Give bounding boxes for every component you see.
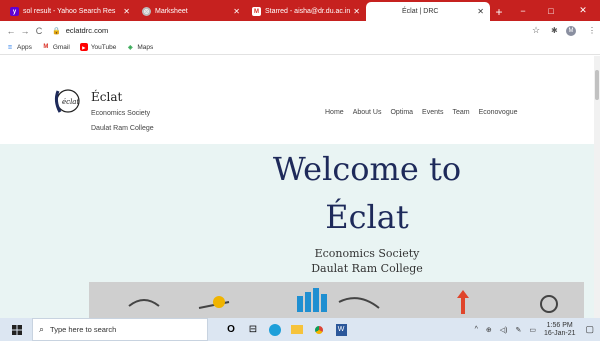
bookmark-gmail[interactable]: M Gmail bbox=[42, 43, 70, 51]
tab-label: Starred - aisha@dr.du.ac.in bbox=[265, 8, 351, 15]
menu-icon[interactable]: ⋮ bbox=[588, 26, 596, 35]
back-icon[interactable]: ← bbox=[4, 26, 18, 36]
bookmark-apps[interactable]: ⁝⁝ Apps bbox=[6, 43, 32, 51]
bookmarks-bar: ⁝⁝ Apps M Gmail ▶ YouTube ◈ Maps bbox=[0, 40, 600, 55]
tab-marksheet[interactable]: ◎ Marksheet ✕ bbox=[136, 2, 246, 21]
volume-icon[interactable]: ◁) bbox=[500, 326, 508, 334]
scrollbar-thumb[interactable] bbox=[595, 70, 599, 100]
search-icon: ⌕ bbox=[39, 324, 45, 334]
network-icon[interactable]: ⊕ bbox=[486, 326, 492, 334]
clock-date: 16-Jan-21 bbox=[543, 329, 576, 337]
close-icon[interactable]: ✕ bbox=[233, 7, 240, 16]
marksheet-icon: ◎ bbox=[142, 7, 151, 16]
yahoo-icon: y bbox=[10, 7, 19, 16]
taskbar-search-input[interactable]: ⌕ Type here to search bbox=[32, 318, 208, 341]
url-text: eclatdrc.com bbox=[65, 26, 109, 35]
bookmark-label: Apps bbox=[17, 43, 32, 51]
tab-label: Marksheet bbox=[155, 8, 188, 15]
file-explorer-icon[interactable] bbox=[286, 318, 308, 341]
star-icon[interactable]: ☆ bbox=[532, 25, 540, 36]
url-field[interactable]: 🔒 eclatdrc.com bbox=[52, 26, 108, 35]
hero-subtitle-society: Economics Society bbox=[314, 247, 420, 260]
system-tray: ^ ⊕ ◁) ✎ ▭ 1:56 PM 16-Jan-21 ▢ bbox=[475, 318, 600, 341]
nav-optima[interactable]: Optima bbox=[390, 109, 413, 116]
clock[interactable]: 1:56 PM 16-Jan-21 bbox=[544, 322, 576, 338]
taskbar: ⌕ Type here to search O ⊟ W ^ ⊕ ◁) ✎ ▭ 1… bbox=[0, 318, 600, 341]
address-bar: ← → C 🔒 eclatdrc.com ☆ ✱ M ⋮ bbox=[0, 21, 600, 40]
bookmark-label: Gmail bbox=[52, 43, 70, 51]
tab-label: sol result - Yahoo Search Res bbox=[23, 8, 116, 15]
bookmark-youtube[interactable]: ▶ YouTube bbox=[79, 43, 117, 51]
hero-banner-image bbox=[89, 282, 584, 318]
chevron-up-icon[interactable]: ^ bbox=[475, 326, 478, 333]
keyboard-icon[interactable]: ▭ bbox=[529, 326, 536, 334]
site-society: Economics Society bbox=[91, 110, 151, 117]
close-window-button[interactable]: ✕ bbox=[570, 0, 596, 21]
bookmark-label: YouTube bbox=[90, 43, 117, 51]
apps-icon: ⁝⁝ bbox=[8, 44, 12, 51]
clock-time: 1:56 PM bbox=[546, 321, 573, 329]
site-college: Daulat Ram College bbox=[91, 125, 154, 132]
site-nav: Home About Us Optima Events Team Econovo… bbox=[325, 109, 527, 116]
search-placeholder: Type here to search bbox=[50, 325, 117, 334]
minimize-button[interactable]: − bbox=[510, 0, 536, 21]
site-brand[interactable]: Éclat bbox=[91, 90, 122, 104]
nav-about-us[interactable]: About Us bbox=[353, 109, 382, 116]
close-icon[interactable]: ✕ bbox=[123, 7, 130, 16]
tab-gmail[interactable]: M Starred - aisha@dr.du.ac.in ✕ bbox=[246, 2, 366, 21]
task-view-icon[interactable]: ⊟ bbox=[242, 318, 264, 341]
svg-text:éclat: éclat bbox=[62, 98, 79, 106]
extensions-icon[interactable]: ✱ bbox=[551, 26, 558, 35]
windows-start-icon[interactable] bbox=[6, 318, 28, 341]
bar-shape bbox=[297, 296, 303, 312]
reload-icon[interactable]: C bbox=[32, 26, 46, 36]
close-icon[interactable]: ✕ bbox=[477, 7, 484, 16]
tab-yahoo[interactable]: y sol result - Yahoo Search Res ✕ bbox=[4, 2, 136, 21]
eclat-logo: éclat bbox=[54, 89, 80, 113]
chrome-icon[interactable] bbox=[308, 318, 330, 341]
bookmark-label: Maps bbox=[137, 43, 154, 51]
hero-subtitle-college: Daulat Ram College bbox=[311, 262, 423, 275]
nav-econovogue[interactable]: Econovogue bbox=[479, 109, 518, 116]
maximize-button[interactable]: □ bbox=[538, 0, 564, 21]
notifications-icon[interactable]: ▢ bbox=[585, 324, 594, 335]
tab-strip: y sol result - Yahoo Search Res ✕ ◎ Mark… bbox=[0, 0, 600, 21]
avatar[interactable]: M bbox=[566, 25, 576, 36]
hero-title-line1: Welcome to bbox=[272, 150, 462, 188]
new-tab-button[interactable]: + bbox=[490, 2, 508, 21]
close-icon[interactable]: ✕ bbox=[353, 7, 360, 16]
edge-icon[interactable] bbox=[264, 318, 286, 341]
scrollbar[interactable] bbox=[594, 56, 600, 318]
nav-team[interactable]: Team bbox=[452, 109, 469, 116]
youtube-icon: ▶ bbox=[79, 43, 88, 51]
cortana-icon[interactable]: O bbox=[220, 318, 242, 341]
tab-label: Éclat | DRC bbox=[402, 8, 439, 15]
forward-icon[interactable]: → bbox=[18, 26, 32, 36]
gmail-icon: M bbox=[252, 7, 261, 16]
pen-icon[interactable]: ✎ bbox=[515, 326, 521, 334]
lock-icon: 🔒 bbox=[52, 27, 61, 35]
hero-title-line2: Éclat bbox=[325, 198, 409, 236]
maps-icon: ◈ bbox=[128, 44, 133, 51]
site-header: éclat Éclat Economics Society Daulat Ram… bbox=[0, 56, 594, 144]
tab-eclat[interactable]: Éclat | DRC ✕ bbox=[366, 2, 490, 21]
nav-events[interactable]: Events bbox=[422, 109, 443, 116]
nav-home[interactable]: Home bbox=[325, 109, 344, 116]
gmail-icon: M bbox=[43, 44, 49, 50]
bookmark-maps[interactable]: ◈ Maps bbox=[126, 43, 153, 51]
word-icon[interactable]: W bbox=[330, 318, 352, 341]
page-viewport: éclat Éclat Economics Society Daulat Ram… bbox=[0, 56, 594, 318]
